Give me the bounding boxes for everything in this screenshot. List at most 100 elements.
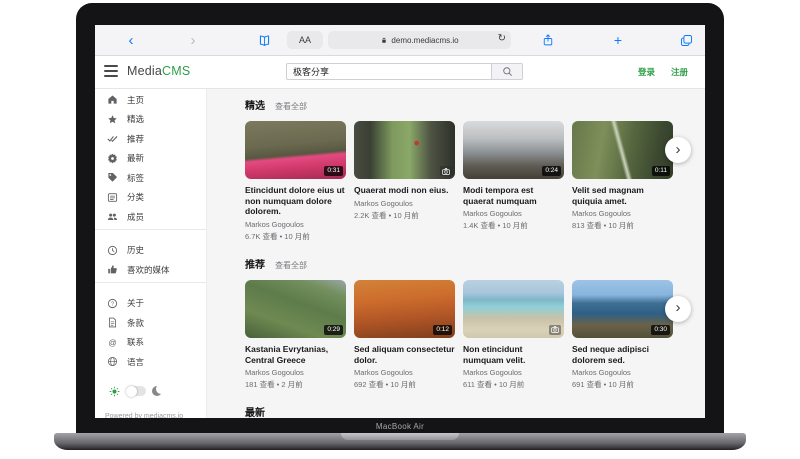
- video-title[interactable]: Kastania Evrytanias, Central Greece: [245, 344, 346, 365]
- history-icon: [107, 245, 118, 256]
- video-title[interactable]: Modi tempora est quaerat numquam: [463, 185, 564, 206]
- search-input[interactable]: [286, 63, 491, 80]
- powered-by[interactable]: Powered by mediacms.io: [105, 413, 183, 418]
- search-button[interactable]: [491, 63, 523, 80]
- video-author[interactable]: Markos Gogoulos: [245, 368, 346, 377]
- sidebar-item-featured[interactable]: 精选: [95, 110, 206, 130]
- video-thumbnail[interactable]: 0:12: [354, 280, 455, 338]
- url-bar[interactable]: demo.mediacms.io ↻: [328, 31, 511, 49]
- video-title[interactable]: Velit sed magnam quiquia amet.: [572, 185, 673, 206]
- video-card[interactable]: 0:30 Sed neque adipisci dolorem sed. Mar…: [572, 280, 673, 390]
- video-thumbnail[interactable]: 0:11: [572, 121, 673, 179]
- section-title: 精选: [245, 97, 265, 112]
- camera-icon: [440, 166, 452, 176]
- sidebar-item-home[interactable]: 主页: [95, 90, 206, 110]
- view-all-link[interactable]: 查看全部: [275, 101, 307, 112]
- sidebar-item-recommended[interactable]: 推荐: [95, 129, 206, 149]
- sidebar: 主页 精选 推荐 最新: [95, 89, 207, 418]
- logo[interactable]: MediaCMS: [127, 64, 190, 78]
- main-content: 精选 查看全部 0:31 Etincidunt dolore eius ut n…: [207, 89, 705, 418]
- video-author[interactable]: Markos Gogoulos: [354, 368, 455, 377]
- tag-icon: [107, 172, 118, 183]
- menu-icon[interactable]: [104, 65, 118, 77]
- sidebar-item-tags[interactable]: 标签: [95, 168, 206, 188]
- video-thumbnail[interactable]: 0:31: [245, 121, 346, 179]
- sidebar-item-contact[interactable]: @ 联系: [95, 333, 206, 353]
- toggle-knob[interactable]: [126, 386, 137, 397]
- carousel-next-button[interactable]: ›: [665, 296, 691, 322]
- back-icon[interactable]: ‹: [123, 25, 139, 55]
- sidebar-item-terms[interactable]: 条款: [95, 313, 206, 333]
- sidebar-item-latest[interactable]: 最新: [95, 149, 206, 169]
- video-card[interactable]: 0:31 Etincidunt dolore eius ut non numqu…: [245, 121, 346, 242]
- register-link[interactable]: 注册: [671, 66, 688, 78]
- video-meta: 692 查看 • 10 月前: [354, 379, 455, 390]
- video-thumbnail[interactable]: [354, 121, 455, 179]
- logo-media: Media: [127, 64, 162, 78]
- sidebar-label: 主页: [127, 94, 144, 106]
- video-author[interactable]: Markos Gogoulos: [572, 368, 673, 377]
- new-releases-icon: [107, 153, 118, 164]
- duration-badge: 0:12: [433, 325, 452, 335]
- search-icon: [502, 66, 513, 77]
- duration-badge: 0:24: [542, 166, 561, 176]
- video-title[interactable]: Sed aliquam consectetur dolor.: [354, 344, 455, 365]
- sidebar-label: 推荐: [127, 133, 144, 145]
- globe-icon: [107, 356, 118, 367]
- video-author[interactable]: Markos Gogoulos: [245, 220, 346, 229]
- video-meta: 6.7K 查看 • 10 月前: [245, 231, 346, 242]
- category-icon: [107, 192, 118, 203]
- sidebar-label: 历史: [127, 244, 144, 256]
- divider: [95, 229, 206, 230]
- video-title[interactable]: Quaerat modi non eius.: [354, 185, 455, 196]
- reload-icon[interactable]: ↻: [498, 33, 506, 44]
- sidebar-item-members[interactable]: 成员: [95, 207, 206, 227]
- macbook-chassis: [54, 433, 746, 450]
- video-thumbnail[interactable]: 0:24: [463, 121, 564, 179]
- auth-links: 登录 注册: [638, 66, 688, 78]
- section-latest: 最新: [245, 404, 705, 418]
- video-card[interactable]: Quaerat modi non eius. Markos Gogoulos 2…: [354, 121, 455, 242]
- star-icon: [107, 114, 118, 125]
- chevron-right-icon: ›: [676, 300, 681, 315]
- video-card[interactable]: 0:11 Velit sed magnam quiquia amet. Mark…: [572, 121, 673, 242]
- theme-toggle[interactable]: [126, 386, 146, 396]
- video-title[interactable]: Sed neque adipisci dolorem sed.: [572, 344, 673, 365]
- chevron-right-icon: ›: [676, 142, 681, 157]
- video-card[interactable]: 0:24 Modi tempora est quaerat numquam Ma…: [463, 121, 564, 242]
- sidebar-item-liked[interactable]: 喜欢的媒体: [95, 260, 206, 280]
- video-thumbnail[interactable]: [463, 280, 564, 338]
- video-author[interactable]: Markos Gogoulos: [572, 209, 673, 218]
- login-link[interactable]: 登录: [638, 66, 655, 78]
- svg-text:@: @: [108, 338, 116, 347]
- video-meta: 181 查看 • 2 月前: [245, 379, 346, 390]
- share-icon[interactable]: [540, 25, 556, 55]
- reader-button[interactable]: AA: [287, 31, 323, 49]
- new-tab-icon[interactable]: +: [610, 25, 626, 55]
- video-author[interactable]: Markos Gogoulos: [463, 368, 564, 377]
- video-card[interactable]: 0:12 Sed aliquam consectetur dolor. Mark…: [354, 280, 455, 390]
- forward-icon[interactable]: ›: [185, 25, 201, 55]
- sidebar-label: 条款: [127, 317, 144, 329]
- video-card[interactable]: Non etincidunt numquam velit. Markos Gog…: [463, 280, 564, 390]
- sidebar-item-categories[interactable]: 分类: [95, 188, 206, 208]
- video-thumbnail[interactable]: 0:30: [572, 280, 673, 338]
- bookmarks-icon[interactable]: [256, 25, 272, 55]
- section-recommended: 推荐 查看全部 0:29 Kastania Evrytanias, Centra…: [245, 256, 705, 390]
- carousel-next-button[interactable]: ›: [665, 137, 691, 163]
- tabs-icon[interactable]: [678, 25, 694, 55]
- section-featured: 精选 查看全部 0:31 Etincidunt dolore eius ut n…: [245, 97, 705, 242]
- safari-toolbar: ‹ › AA demo.mediacms.io ↻ +: [95, 25, 705, 56]
- video-card[interactable]: 0:29 Kastania Evrytanias, Central Greece…: [245, 280, 346, 390]
- video-author[interactable]: Markos Gogoulos: [354, 199, 455, 208]
- video-author[interactable]: Markos Gogoulos: [463, 209, 564, 218]
- sidebar-item-language[interactable]: 语言: [95, 352, 206, 372]
- video-thumbnail[interactable]: 0:29: [245, 280, 346, 338]
- sun-icon: [109, 386, 120, 397]
- view-all-link[interactable]: 查看全部: [275, 260, 307, 271]
- video-title[interactable]: Non etincidunt numquam velit.: [463, 344, 564, 365]
- video-title[interactable]: Etincidunt dolore eius ut non numquam do…: [245, 185, 346, 217]
- sidebar-item-history[interactable]: 历史: [95, 241, 206, 261]
- done-all-icon: [107, 133, 118, 144]
- sidebar-item-about[interactable]: ? 关于: [95, 294, 206, 314]
